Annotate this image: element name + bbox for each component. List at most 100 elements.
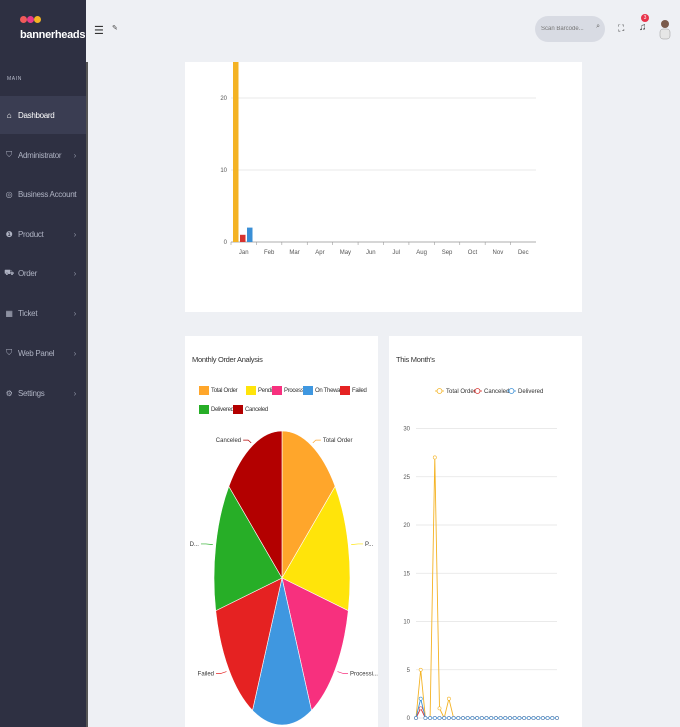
slice-leader-line bbox=[351, 543, 364, 545]
data-point bbox=[508, 716, 512, 720]
data-point bbox=[451, 716, 456, 720]
sidebar-item-label: Order bbox=[18, 268, 37, 278]
y-tick-label: 20 bbox=[403, 523, 410, 529]
x-tick-label: Dec bbox=[518, 250, 529, 256]
cart-icon: ⛟ bbox=[4, 268, 14, 277]
sidebar-item-settings[interactable]: ⚙ Settings › bbox=[0, 374, 86, 412]
slice-leader-line bbox=[337, 671, 348, 674]
data-point bbox=[437, 716, 442, 720]
data-point bbox=[456, 716, 461, 720]
sidebar-item-administrator[interactable]: ⛉ Administrator › bbox=[0, 136, 86, 174]
logo-dot bbox=[34, 16, 41, 23]
slice-label: P... bbox=[365, 542, 374, 548]
data-point bbox=[428, 716, 433, 720]
pie-chart: Total Order P... Processi... Failed D... Canc… bbox=[190, 430, 378, 726]
data-point bbox=[550, 716, 555, 720]
data-point bbox=[540, 716, 545, 720]
legend-label: Delivered bbox=[518, 389, 543, 395]
data-point bbox=[522, 716, 527, 720]
data-point bbox=[470, 716, 475, 720]
search-input[interactable] bbox=[541, 24, 591, 34]
sidebar-item-product[interactable]: ❶ Product › bbox=[0, 215, 86, 253]
data-point bbox=[536, 716, 541, 720]
legend-item[interactable]: Total Order bbox=[435, 388, 476, 396]
ticket-icon: ▦ bbox=[5, 308, 13, 318]
home-icon: ⌂ bbox=[6, 110, 12, 120]
legend-marker bbox=[508, 388, 515, 394]
account-icon: ◎ bbox=[5, 189, 13, 199]
line-chart: Total Order Canceled Delivered 0 5 10 15 20 25 30 bbox=[403, 388, 559, 722]
legend-label: Total Order bbox=[446, 389, 476, 395]
sidebar-item-ticket[interactable]: ▦ Ticket › bbox=[0, 294, 86, 332]
logo-dot bbox=[20, 16, 27, 23]
y-tick-label: 15 bbox=[403, 571, 410, 577]
data-point bbox=[447, 716, 451, 720]
sidebar-item-order[interactable]: ⛟ Order › bbox=[0, 254, 86, 292]
data-point bbox=[545, 716, 550, 720]
data-point bbox=[432, 455, 437, 460]
data-point bbox=[465, 716, 470, 720]
x-tick-label: Sep bbox=[442, 250, 453, 256]
data-point bbox=[418, 667, 423, 672]
y-tick-label: 5 bbox=[407, 668, 411, 674]
x-tick-label: Jun bbox=[366, 250, 376, 256]
this-month-card: This Month's Total Order Canceled Delivere… bbox=[389, 336, 582, 727]
x-tick-label: Jul bbox=[392, 250, 400, 256]
legend-item[interactable]: Delivered bbox=[507, 388, 543, 396]
y-tick-label: 30 bbox=[403, 427, 410, 433]
top-bar: ☰ ✎ ⌕ ⛶ ♫ 3 bbox=[86, 0, 680, 62]
notification-badge: 3 bbox=[641, 14, 649, 22]
x-tick-label: Feb bbox=[264, 250, 275, 256]
sidebar-item-dashboard[interactable]: ⌂ Dashboard bbox=[0, 96, 86, 134]
data-point bbox=[484, 716, 489, 720]
bell-icon[interactable]: ♫ bbox=[639, 22, 647, 33]
data-point bbox=[461, 716, 465, 720]
gear-icon: ⚙ bbox=[5, 388, 13, 398]
pin-icon[interactable]: ✎ bbox=[112, 24, 118, 32]
product-icon: ❶ bbox=[5, 229, 13, 239]
series-line bbox=[415, 457, 557, 720]
data-point bbox=[414, 716, 418, 720]
user-avatar[interactable] bbox=[658, 18, 672, 40]
data-point bbox=[503, 716, 508, 720]
series-line bbox=[415, 698, 557, 719]
y-tick-label: 20 bbox=[220, 96, 227, 102]
sidebar-item-label: Web Panel bbox=[18, 348, 55, 358]
data-point bbox=[494, 716, 498, 720]
data-point bbox=[432, 716, 437, 720]
slice-leader-line bbox=[216, 671, 227, 674]
data-point bbox=[531, 716, 536, 720]
fullscreen-icon[interactable]: ⛶ bbox=[618, 23, 624, 34]
data-point bbox=[512, 716, 517, 720]
y-tick-label: 0 bbox=[224, 240, 228, 246]
slice-leader-line bbox=[200, 543, 213, 545]
nav-section-label: MAIN bbox=[7, 76, 22, 82]
chevron-right-icon: › bbox=[73, 308, 77, 318]
logo-dot bbox=[27, 16, 34, 23]
chevron-right-icon: › bbox=[73, 348, 77, 358]
slice-label: Failed bbox=[198, 671, 214, 677]
y-tick-label: 25 bbox=[403, 475, 410, 481]
sidebar-item-web-panel[interactable]: ⛉ Web Panel › bbox=[0, 334, 86, 372]
brand-logo[interactable]: bannerheads bbox=[20, 16, 85, 46]
data-point bbox=[517, 716, 522, 720]
x-tick-label: May bbox=[340, 250, 351, 256]
slice-label: D... bbox=[190, 542, 200, 548]
menu-icon[interactable]: ☰ bbox=[94, 24, 104, 37]
sidebar-item-label: Administrator bbox=[18, 150, 62, 160]
bar bbox=[240, 234, 246, 242]
x-tick-label: Jan bbox=[239, 250, 249, 256]
data-point bbox=[418, 696, 423, 701]
data-point bbox=[447, 696, 451, 701]
sidebar-item-label: Business Account bbox=[18, 189, 77, 199]
slice-label: Processi... bbox=[350, 671, 378, 677]
sidebar-item-label: Dashboard bbox=[18, 110, 55, 120]
x-tick-label: Nov bbox=[493, 250, 504, 256]
slice-label: Canceled bbox=[216, 438, 241, 444]
search-icon[interactable]: ⌕ bbox=[596, 23, 600, 31]
web-icon: ⛉ bbox=[6, 348, 12, 357]
sidebar-item-business-account[interactable]: ◎ Business Account › bbox=[0, 175, 86, 213]
legend-item[interactable]: Canceled bbox=[473, 388, 509, 396]
y-tick-label: 0 bbox=[407, 716, 411, 722]
slice-leader-line bbox=[243, 439, 252, 444]
